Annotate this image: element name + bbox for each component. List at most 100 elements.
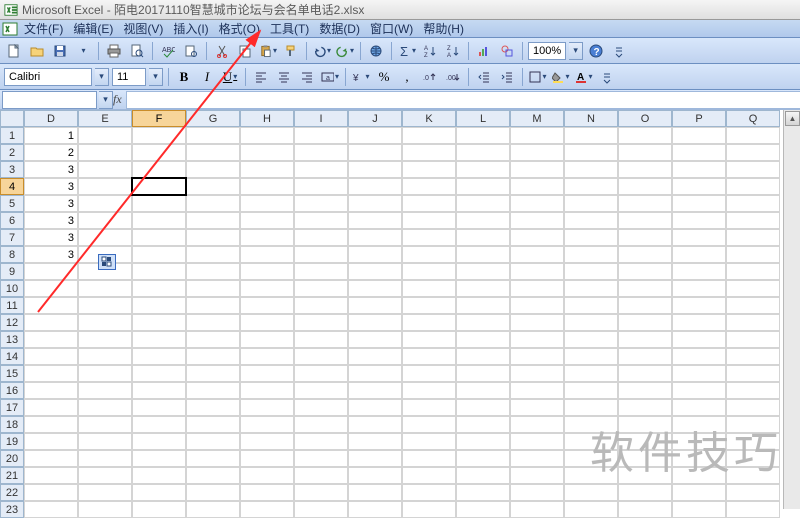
print-preview-button[interactable] (127, 41, 147, 61)
cell[interactable] (456, 144, 510, 161)
cell[interactable] (78, 314, 132, 331)
cell[interactable] (564, 127, 618, 144)
cell[interactable] (24, 416, 78, 433)
menu-window[interactable]: 窗口(W) (366, 19, 417, 38)
column-header[interactable]: Q (726, 110, 780, 127)
cell[interactable] (402, 263, 456, 280)
cell[interactable] (78, 331, 132, 348)
cell[interactable] (348, 365, 402, 382)
cell[interactable] (402, 195, 456, 212)
cell[interactable] (726, 331, 780, 348)
cell[interactable] (564, 229, 618, 246)
cell[interactable] (456, 348, 510, 365)
cell[interactable] (240, 161, 294, 178)
cell[interactable] (132, 178, 186, 195)
cell[interactable] (402, 161, 456, 178)
toolbar-options-button[interactable] (597, 67, 617, 87)
cell[interactable] (618, 314, 672, 331)
cell[interactable] (456, 399, 510, 416)
percent-button[interactable]: % (374, 67, 394, 87)
cell[interactable] (186, 501, 240, 518)
cell[interactable] (78, 297, 132, 314)
cell[interactable] (672, 450, 726, 467)
cell[interactable] (510, 365, 564, 382)
cell[interactable] (510, 212, 564, 229)
cell[interactable] (726, 144, 780, 161)
cell[interactable] (24, 467, 78, 484)
cell[interactable] (240, 433, 294, 450)
cell[interactable] (564, 365, 618, 382)
cell[interactable] (618, 161, 672, 178)
cell[interactable] (456, 229, 510, 246)
save-dropdown[interactable] (73, 41, 93, 61)
cell[interactable] (564, 212, 618, 229)
row-header[interactable]: 21 (0, 467, 24, 484)
comma-button[interactable]: , (397, 67, 417, 87)
cell[interactable] (672, 314, 726, 331)
cell[interactable] (78, 433, 132, 450)
cell[interactable] (564, 331, 618, 348)
cell[interactable] (402, 246, 456, 263)
cell[interactable] (78, 484, 132, 501)
menu-insert[interactable]: 插入(I) (169, 19, 212, 38)
row-header[interactable]: 4 (0, 178, 24, 195)
column-header[interactable]: O (618, 110, 672, 127)
cell[interactable] (132, 450, 186, 467)
format-painter-button[interactable] (281, 41, 301, 61)
cell[interactable] (726, 212, 780, 229)
paste-button[interactable] (258, 41, 278, 61)
cell[interactable] (240, 263, 294, 280)
cell[interactable] (132, 382, 186, 399)
column-header[interactable]: E (78, 110, 132, 127)
cell[interactable] (24, 382, 78, 399)
help-button[interactable]: ? (586, 41, 606, 61)
row-header[interactable]: 13 (0, 331, 24, 348)
column-header[interactable]: G (186, 110, 240, 127)
cell[interactable] (564, 382, 618, 399)
cell[interactable] (456, 450, 510, 467)
row-header[interactable]: 14 (0, 348, 24, 365)
cell[interactable] (672, 161, 726, 178)
research-button[interactable] (181, 41, 201, 61)
cell[interactable] (186, 467, 240, 484)
row-header[interactable]: 5 (0, 195, 24, 212)
cell[interactable] (294, 127, 348, 144)
cell[interactable] (240, 246, 294, 263)
cell[interactable] (618, 280, 672, 297)
menu-tools[interactable]: 工具(T) (266, 19, 313, 38)
cell[interactable] (726, 246, 780, 263)
cell[interactable] (726, 314, 780, 331)
merge-center-button[interactable]: a (320, 67, 340, 87)
cell[interactable] (24, 450, 78, 467)
cell[interactable] (240, 212, 294, 229)
cell[interactable] (186, 246, 240, 263)
cell[interactable] (294, 348, 348, 365)
cell[interactable] (456, 433, 510, 450)
cell[interactable] (564, 195, 618, 212)
cell[interactable] (672, 229, 726, 246)
cell[interactable] (78, 501, 132, 518)
cell[interactable] (510, 178, 564, 195)
cell[interactable] (402, 144, 456, 161)
fill-color-button[interactable] (551, 67, 571, 87)
cell[interactable] (294, 246, 348, 263)
cell[interactable] (510, 484, 564, 501)
cell[interactable] (402, 229, 456, 246)
sort-asc-button[interactable]: AZ (420, 41, 440, 61)
cell[interactable] (240, 280, 294, 297)
cell[interactable] (240, 331, 294, 348)
spreadsheet-grid[interactable]: DEFGHIJKLMNOPQ11223343536373839101112131… (0, 110, 800, 518)
cell[interactable] (726, 467, 780, 484)
cell[interactable] (186, 229, 240, 246)
cell[interactable] (618, 144, 672, 161)
cell[interactable] (78, 195, 132, 212)
cell[interactable] (348, 161, 402, 178)
cell[interactable] (240, 195, 294, 212)
cell[interactable] (294, 501, 348, 518)
cell[interactable] (294, 416, 348, 433)
row-header[interactable]: 12 (0, 314, 24, 331)
cell[interactable] (24, 348, 78, 365)
sort-desc-button[interactable]: ZA (443, 41, 463, 61)
cell[interactable] (726, 484, 780, 501)
borders-button[interactable] (528, 67, 548, 87)
